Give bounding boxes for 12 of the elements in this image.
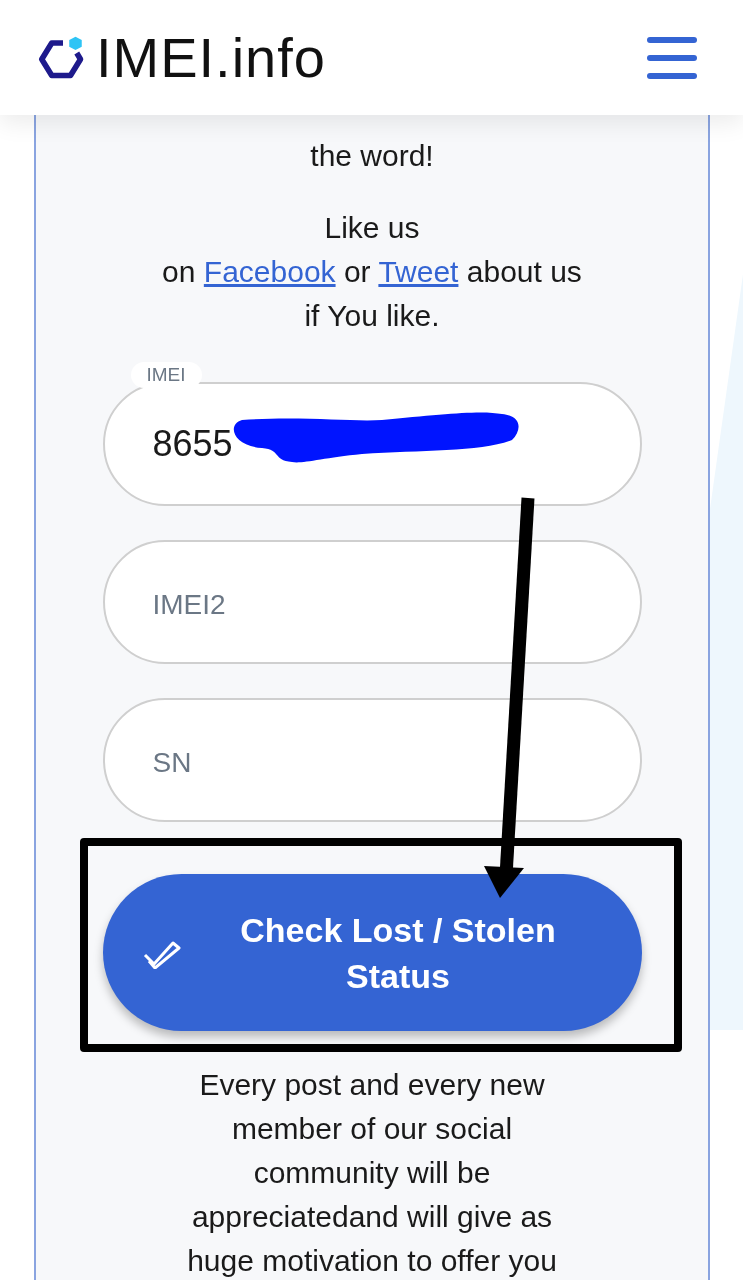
intro-text: the word! bbox=[310, 138, 434, 174]
menu-icon bbox=[647, 35, 697, 80]
input-field[interactable]: SN bbox=[102, 698, 642, 822]
input-field[interactable]: IMEI2 bbox=[102, 540, 642, 664]
share-text: Like us on Facebook or Tweet about us if You like. bbox=[162, 210, 582, 334]
field-label: IMEI bbox=[130, 362, 202, 388]
social-link[interactable]: Facebook bbox=[203, 255, 336, 288]
social-link[interactable]: Tweet bbox=[378, 255, 459, 288]
logo-link[interactable]: IMEI.info bbox=[38, 29, 326, 86]
check-status-button[interactable]: Check Lost / Stolen Status bbox=[102, 874, 642, 1031]
menu-button[interactable] bbox=[647, 35, 697, 80]
community-text: Every post and every new member of our social community will be appreciatedand will give as huge motivation to offer you bbox=[187, 1067, 557, 1279]
